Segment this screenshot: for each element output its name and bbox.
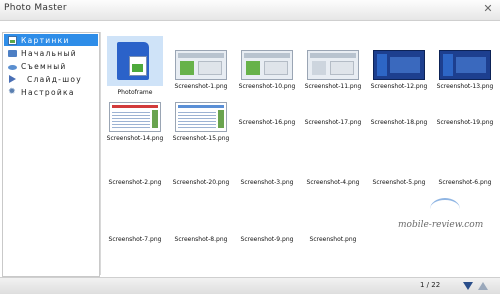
gallery-item[interactable]: Screenshot-12.png xyxy=(366,36,432,90)
sidebar-item-settings[interactable]: ✹ Настройка xyxy=(4,86,98,98)
item-label: Screenshot-16.png xyxy=(238,119,296,126)
sidebar: Картинки Начальный Съемный Слайд-шоу ✹ Н… xyxy=(2,32,100,277)
gallery-item[interactable]: Screenshot-2.png xyxy=(102,176,168,186)
sidebar-item-home[interactable]: Начальный xyxy=(4,47,98,59)
item-label: Screenshot-20.png xyxy=(172,179,230,186)
item-label: Screenshot-8.png xyxy=(174,236,228,243)
sidebar-item-label: Слайд-шоу xyxy=(27,74,82,84)
item-label: Screenshot-14.png xyxy=(106,135,164,142)
gallery-item[interactable]: Screenshot-18.png xyxy=(366,116,432,126)
item-label: Screenshot-18.png xyxy=(370,119,428,126)
item-label: Screenshot-6.png xyxy=(438,179,492,186)
panel-divider xyxy=(100,32,101,275)
thumbnail xyxy=(439,50,491,80)
gallery-item[interactable]: Screenshot-11.png xyxy=(300,36,366,90)
watermark-swoosh xyxy=(430,198,460,220)
pictures-icon xyxy=(8,35,17,45)
gallery-item[interactable]: Screenshot-9.png xyxy=(234,233,300,243)
gallery-item[interactable]: Screenshot-7.png xyxy=(102,233,168,243)
thumbnail xyxy=(109,102,161,132)
item-label: Screenshot-9.png xyxy=(240,236,294,243)
gallery-item[interactable]: Screenshot-17.png xyxy=(300,116,366,126)
sidebar-item-pictures[interactable]: Картинки xyxy=(4,34,98,46)
gallery-item[interactable]: Screenshot-14.png xyxy=(102,102,168,142)
item-label: Screenshot-5.png xyxy=(372,179,426,186)
sidebar-item-label: Съемный xyxy=(21,61,67,71)
thumbnail xyxy=(175,50,227,80)
gallery-item[interactable]: Screenshot-8.png xyxy=(168,233,234,243)
gallery-item[interactable]: Screenshot-5.png xyxy=(366,176,432,186)
photoframe-folder-icon xyxy=(117,42,149,80)
close-button[interactable]: ✕ xyxy=(482,3,494,15)
gallery-item[interactable]: Screenshot-4.png xyxy=(300,176,366,186)
gear-icon: ✹ xyxy=(8,86,17,97)
thumbnail xyxy=(307,50,359,80)
item-label: Photoframe xyxy=(117,89,153,96)
page-indicator: 1 / 22 xyxy=(420,281,441,289)
window-title: Photo Master xyxy=(4,3,67,13)
sidebar-item-label: Картинки xyxy=(21,35,70,45)
gallery-item[interactable]: Screenshot-19.png xyxy=(432,116,498,126)
gallery-item[interactable]: Screenshot-13.png xyxy=(432,36,498,90)
page-down-button[interactable] xyxy=(463,282,473,290)
sidebar-item-label: Настройка xyxy=(21,87,75,97)
item-label: Screenshot-10.png xyxy=(238,83,296,90)
gallery-grid: Photoframe Screenshot-1.png Screenshot-1… xyxy=(102,36,498,272)
item-label: Screenshot-1.png xyxy=(174,83,228,90)
gallery-item[interactable]: Screenshot-15.png xyxy=(168,102,234,142)
item-label: Screenshot-15.png xyxy=(172,135,230,142)
status-bar: 1 / 22 xyxy=(0,277,500,294)
page-up-button[interactable] xyxy=(478,282,488,290)
thumbnail xyxy=(373,50,425,80)
gallery-item[interactable]: Screenshot-1.png xyxy=(168,36,234,90)
gallery-item[interactable]: Photoframe xyxy=(102,36,168,96)
sidebar-item-slideshow[interactable]: Слайд-шоу xyxy=(4,73,98,85)
item-label: Screenshot-11.png xyxy=(304,83,362,90)
item-label: Screenshot-19.png xyxy=(436,119,494,126)
play-icon xyxy=(9,75,23,83)
thumbnail xyxy=(175,102,227,132)
title-bar: Photo Master ✕ xyxy=(0,0,500,21)
thumbnail xyxy=(241,50,293,80)
item-label: Screenshot-12.png xyxy=(370,83,428,90)
item-label: Screenshot-7.png xyxy=(108,236,162,243)
gallery-item[interactable]: Screenshot-16.png xyxy=(234,116,300,126)
thumbnail xyxy=(107,36,163,86)
item-label: Screenshot.png xyxy=(309,236,357,243)
item-label: Screenshot-3.png xyxy=(240,179,294,186)
disk-icon xyxy=(8,64,17,70)
item-label: Screenshot-17.png xyxy=(304,119,362,126)
gallery-item[interactable]: Screenshot-6.png xyxy=(432,176,498,186)
gallery-item[interactable]: Screenshot-3.png xyxy=(234,176,300,186)
sidebar-item-removable[interactable]: Съемный xyxy=(4,60,98,72)
gallery-item[interactable]: Screenshot.png xyxy=(300,233,366,243)
sidebar-item-label: Начальный xyxy=(21,48,77,58)
gallery-item[interactable]: Screenshot-20.png xyxy=(168,176,234,186)
item-label: Screenshot-13.png xyxy=(436,83,494,90)
item-label: Screenshot-4.png xyxy=(306,179,360,186)
monitor-icon xyxy=(8,50,17,57)
item-label: Screenshot-2.png xyxy=(108,179,162,186)
gallery-item[interactable]: Screenshot-10.png xyxy=(234,36,300,90)
watermark: mobile-review.com xyxy=(398,220,484,230)
